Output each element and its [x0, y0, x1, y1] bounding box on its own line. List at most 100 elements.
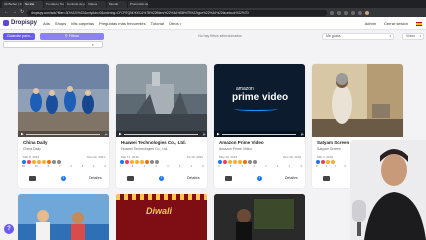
- language-flag-icon[interactable]: [416, 21, 422, 26]
- dropispy-logo-icon[interactable]: [3, 20, 9, 26]
- presenter-image: [350, 140, 426, 240]
- nav-item-shops[interactable]: Shops: [55, 21, 66, 26]
- sort-select[interactable]: Me gusta ▾: [322, 33, 394, 40]
- reaction-count: 3: [218, 165, 220, 168]
- facebook-icon[interactable]: f: [159, 176, 164, 181]
- ad-page-subtitle: Satyam Screen: [317, 147, 341, 151]
- volume-icon[interactable]: 🔈: [203, 132, 207, 136]
- extension-icon[interactable]: [351, 10, 356, 15]
- reaction-count: 3: [300, 165, 302, 168]
- play-icon[interactable]: ▶: [21, 132, 24, 136]
- extension-icon[interactable]: [337, 10, 342, 15]
- browser-tab[interactable]: Controle de pedidos: [65, 1, 85, 8]
- ad-card[interactable]: ▶ 🔈 China Daily China Daily Mar 8, 2019 De…: [18, 64, 109, 188]
- browser-tab[interactable]: Videos: [86, 1, 106, 8]
- sad-icon: [42, 160, 46, 164]
- ad-card[interactable]: amazon prime video ▶ 🔈 Amazon Prime Video…: [214, 64, 305, 188]
- reaction-count: 9: [47, 165, 50, 168]
- details-link[interactable]: Detalles: [285, 176, 298, 180]
- ad-start-date: Mar 17, 2019: [121, 155, 139, 159]
- video-controls[interactable]: ▶ 🔈: [214, 131, 305, 137]
- ad-page-name[interactable]: China Daily: [23, 140, 48, 145]
- volume-icon[interactable]: 🔈: [105, 132, 109, 136]
- nav-item-folders[interactable]: Mis carpetas: [71, 21, 94, 26]
- reaction-counts: 7 6 1 2 4 3 1 0: [120, 165, 204, 168]
- reaction-icons: [120, 160, 159, 164]
- help-button[interactable]: ?: [4, 224, 14, 234]
- ad-page-name[interactable]: Amazon Prime Video: [219, 140, 264, 145]
- extension-icon[interactable]: [358, 10, 363, 15]
- details-link[interactable]: Detalles: [187, 176, 200, 180]
- nav-item-ads[interactable]: Ads: [43, 21, 50, 26]
- nav-item-others[interactable]: Otros ▾: [169, 21, 181, 26]
- share-icon: [155, 160, 159, 164]
- facebook-icon[interactable]: f: [257, 176, 262, 181]
- prime-smile-icon: [234, 107, 278, 111]
- reaction-count: 2: [155, 165, 157, 168]
- facebook-icon[interactable]: f: [61, 176, 66, 181]
- video-controls[interactable]: ▶ 🔈: [18, 131, 109, 137]
- account-link[interactable]: Admin: [365, 21, 376, 26]
- forward-icon[interactable]: →: [12, 8, 17, 17]
- logout-link[interactable]: Cerrar sesión: [384, 21, 408, 26]
- video-progress-bar[interactable]: [25, 133, 100, 135]
- ad-start-date: May 20, 2019: [219, 155, 238, 159]
- sad-icon: [238, 160, 242, 164]
- reaction-icons: [22, 160, 61, 164]
- ad-page-name[interactable]: Satyam Screen: [317, 140, 349, 145]
- play-icon[interactable]: ▶: [217, 132, 220, 136]
- ad-page-name[interactable]: Huawei Technologies Co., Ltd.: [121, 140, 186, 145]
- folder-icon[interactable]: [127, 176, 134, 181]
- chevron-down-icon: ▾: [419, 34, 421, 38]
- love-icon: [27, 160, 31, 164]
- folder-icon[interactable]: [323, 176, 330, 181]
- ad-card[interactable]: [214, 194, 305, 240]
- reaction-count: 0: [344, 165, 346, 168]
- video-progress-bar[interactable]: [123, 133, 198, 135]
- like-icon: [316, 160, 320, 164]
- reload-icon[interactable]: ↻: [20, 8, 24, 17]
- extension-icon[interactable]: [330, 10, 335, 15]
- browser-tab[interactable]: Tu video | Technologies: [44, 1, 64, 8]
- ad-video-thumbnail[interactable]: amazon prime video ▶ 🔈: [214, 64, 305, 137]
- nav-item-tutorial[interactable]: Tutorial: [151, 21, 164, 26]
- logo-text[interactable]: Dropispy: [11, 20, 37, 26]
- reaction-count: 0: [104, 165, 106, 168]
- browser-tab[interactable]: Promoción de ventas: [128, 1, 148, 8]
- browser-tab-strip: (9) Bieber | FacebookNo titleTu video | …: [0, 0, 426, 8]
- ad-card[interactable]: Diwali: [116, 194, 207, 240]
- profile-avatar-icon[interactable]: [365, 10, 370, 15]
- browser-tab[interactable]: Mundo: [107, 1, 127, 8]
- video-progress-bar[interactable]: [221, 133, 296, 135]
- browser-tab[interactable]: (9) Bieber | Facebook: [2, 1, 22, 8]
- nav-item-faq[interactable]: Preguntas más frecuentes: [99, 21, 146, 26]
- ad-end-date: Dec 22, 2021: [87, 155, 105, 159]
- haha-icon: [32, 160, 36, 164]
- search-input[interactable]: ⌕: [3, 41, 103, 48]
- address-bar[interactable]: dropispy.com/ads?filter=3D%220%22&onlyAd…: [27, 9, 328, 16]
- details-link[interactable]: Detalles: [89, 176, 102, 180]
- reaction-count: 5: [81, 165, 84, 168]
- video-controls[interactable]: ▶ 🔈: [116, 131, 207, 137]
- ad-video-thumbnail[interactable]: [312, 64, 403, 137]
- type-select[interactable]: Vídeo ▾: [402, 33, 424, 40]
- folder-icon[interactable]: [29, 176, 36, 181]
- ad-card[interactable]: ▶ 🔈 Huawei Technologies Co., Ltd. Huawei …: [116, 64, 207, 188]
- wow-icon: [233, 160, 237, 164]
- video-thumbnail-image: [214, 194, 305, 240]
- haha-icon: [228, 160, 232, 164]
- ad-video-thumbnail[interactable]: ▶ 🔈: [18, 64, 109, 137]
- browser-tab[interactable]: No title: [23, 1, 43, 8]
- saved-filters-button[interactable]: Guardar para...: [3, 33, 35, 40]
- volume-icon[interactable]: 🔈: [301, 132, 305, 136]
- filters-button[interactable]: ⚲ Filtros: [40, 33, 104, 40]
- reaction-count: 1: [93, 165, 95, 168]
- play-icon[interactable]: ▶: [119, 132, 122, 136]
- reaction-count: 1: [143, 165, 146, 168]
- folder-icon[interactable]: [225, 176, 232, 181]
- back-icon[interactable]: ←: [4, 8, 9, 17]
- reaction-count: 3: [316, 165, 318, 168]
- ad-video-thumbnail[interactable]: ▶ 🔈: [116, 64, 207, 137]
- ad-card[interactable]: [18, 194, 109, 240]
- extension-icon[interactable]: [344, 10, 349, 15]
